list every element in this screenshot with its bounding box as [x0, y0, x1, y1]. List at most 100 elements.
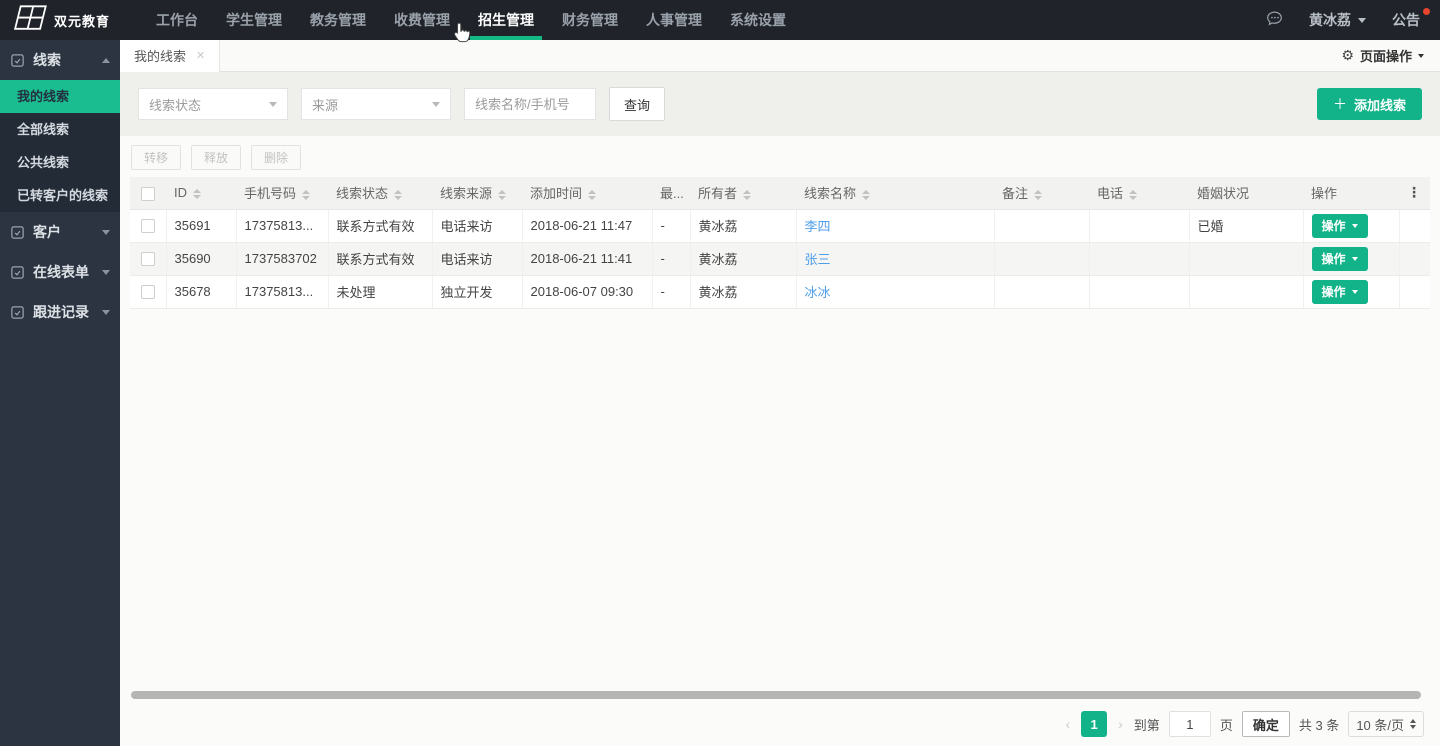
column-header[interactable]: 手机号码 [236, 177, 328, 209]
content-area: 我的线索 ✕ ⚙ 页面操作 线索状态 来源 查询 [120, 40, 1440, 746]
page-size-select[interactable]: 10 条/页 [1348, 711, 1424, 737]
lead-name-link[interactable]: 冰冰 [805, 285, 831, 300]
column-header[interactable]: ID [166, 177, 236, 209]
lead-name-link[interactable]: 张三 [805, 252, 831, 267]
sort-icon[interactable] [302, 190, 310, 200]
column-header[interactable]: 婚姻状况 [1189, 177, 1303, 209]
leads-table: ID 手机号码 线索状态 [130, 177, 1430, 309]
sidebar-group-header[interactable]: 线索 [0, 40, 120, 80]
sidebar-group-header[interactable]: 客户 [0, 212, 120, 252]
column-settings-icon[interactable]: ⋮ [1407, 184, 1421, 200]
sidebar-item[interactable]: 公共线索 [0, 146, 120, 179]
sidebar-item[interactable]: 全部线索 [0, 113, 120, 146]
bulk-action-button[interactable]: 释放 [191, 145, 241, 170]
column-header[interactable]: 添加时间 [522, 177, 652, 209]
announcement-link[interactable]: 公告 [1392, 10, 1420, 30]
scrollbar-thumb[interactable] [131, 691, 1421, 699]
goto-prefix: 到第 [1134, 715, 1160, 734]
sidebar-group-label: 在线表单 [33, 262, 89, 282]
topbar: 双元教育 工作台 学生管理 教务管理 收费管理 招生管理 财务管理 人事管理 系… [0, 0, 1440, 40]
sort-icon[interactable] [862, 190, 870, 200]
column-header[interactable]: 线索状态 [328, 177, 432, 209]
sidebar-group-header[interactable]: 在线表单 [0, 252, 120, 292]
table-row: 35678 17375813... 未处理 独立开发 2018-06-07 09… [130, 275, 1430, 308]
message-icon[interactable] [1266, 10, 1283, 30]
row-checkbox[interactable] [141, 285, 155, 299]
user-menu[interactable]: 黄冰荔 [1309, 10, 1366, 30]
nav-item[interactable]: 招生管理 [464, 0, 548, 40]
cell-last: - [652, 209, 690, 242]
column-header[interactable]: 线索来源 [432, 177, 522, 209]
cell-marital [1189, 275, 1303, 308]
sidebar-group: 线索 我的线索 全部线索 公共线索 已转客户的线索 [0, 40, 120, 212]
sort-icon[interactable] [193, 189, 201, 199]
chevron-down-icon [432, 102, 440, 107]
row-action-button[interactable]: 操作 [1312, 214, 1368, 238]
nav-item[interactable]: 财务管理 [548, 0, 632, 40]
column-header[interactable]: 所有者 [690, 177, 796, 209]
expand-arrow-icon [102, 230, 110, 235]
sidebar-sublist: 我的线索 全部线索 公共线索 已转客户的线索 [0, 80, 120, 212]
section-icon [10, 265, 25, 280]
sort-icon[interactable] [588, 190, 596, 200]
next-page-icon[interactable]: › [1116, 716, 1125, 732]
lead-name-link[interactable]: 李四 [805, 219, 831, 234]
sidebar-item[interactable]: 已转客户的线索 [0, 179, 120, 212]
chevron-down-icon [1358, 18, 1366, 23]
section-icon [10, 225, 25, 240]
sidebar-item[interactable]: 我的线索 [0, 80, 120, 113]
bulk-action-button[interactable]: 删除 [251, 145, 301, 170]
cell-source: 电话来访 [432, 242, 522, 275]
sort-icon[interactable] [743, 190, 751, 200]
row-checkbox[interactable] [141, 252, 155, 266]
prev-page-icon[interactable]: ‹ [1063, 716, 1072, 732]
nav-item[interactable]: 系统设置 [716, 0, 800, 40]
plus-icon: ＋ [1333, 94, 1347, 114]
sort-icon[interactable] [1034, 190, 1042, 200]
nav-item[interactable]: 学生管理 [212, 0, 296, 40]
row-action-button[interactable]: 操作 [1312, 247, 1368, 271]
row-checkbox[interactable] [141, 219, 155, 233]
goto-page-input[interactable] [1169, 711, 1211, 737]
tab-my-leads[interactable]: 我的线索 ✕ [120, 40, 220, 72]
topbar-right: 黄冰荔 公告 [1266, 10, 1440, 30]
column-header[interactable]: 最... [652, 177, 690, 209]
select-all-cell [130, 177, 166, 209]
column-header[interactable]: 备注 [994, 177, 1089, 209]
current-page-button[interactable]: 1 [1081, 711, 1107, 737]
sidebar-group-header[interactable]: 跟进记录 [0, 292, 120, 332]
nav-item[interactable]: 工作台 [142, 0, 212, 40]
nav-item[interactable]: 人事管理 [632, 0, 716, 40]
page-actions-menu[interactable]: ⚙ 页面操作 [1341, 46, 1440, 65]
total-count: 共 3 条 [1299, 715, 1339, 734]
close-icon[interactable]: ✕ [196, 49, 205, 62]
search-button[interactable]: 查询 [609, 87, 665, 121]
select-all-checkbox[interactable] [141, 187, 155, 201]
sort-icon[interactable] [498, 190, 506, 200]
nav-item[interactable]: 收费管理 [380, 0, 464, 40]
column-header[interactable]: 电话 [1089, 177, 1189, 209]
notification-dot [1423, 8, 1430, 15]
sidebar-group-label: 线索 [33, 50, 61, 70]
row-action-button[interactable]: 操作 [1312, 280, 1368, 304]
source-select[interactable]: 来源 [301, 88, 451, 120]
cell-added-time: 2018-06-07 09:30 [522, 275, 652, 308]
sort-icon[interactable] [394, 190, 402, 200]
chevron-down-icon [1352, 224, 1358, 228]
sidebar-group: 在线表单 [0, 252, 120, 292]
section-icon [10, 53, 25, 68]
add-lead-button[interactable]: ＋ 添加线索 [1317, 88, 1422, 120]
cell-remark [994, 209, 1089, 242]
column-header[interactable]: 线索名称 [796, 177, 994, 209]
brand-name: 双元教育 [54, 11, 110, 30]
column-header[interactable]: 操作 [1303, 177, 1399, 209]
nav-item[interactable]: 教务管理 [296, 0, 380, 40]
confirm-page-button[interactable]: 确定 [1242, 711, 1290, 737]
lead-status-select[interactable]: 线索状态 [138, 88, 288, 120]
cell-owner: 黄冰荔 [690, 209, 796, 242]
bulk-action-button[interactable]: 转移 [131, 145, 181, 170]
user-name: 黄冰荔 [1309, 10, 1351, 30]
table-row: 35690 1737583702 联系方式有效 电话来访 2018-06-21 … [130, 242, 1430, 275]
sort-icon[interactable] [1129, 190, 1137, 200]
keyword-input[interactable] [464, 88, 596, 120]
